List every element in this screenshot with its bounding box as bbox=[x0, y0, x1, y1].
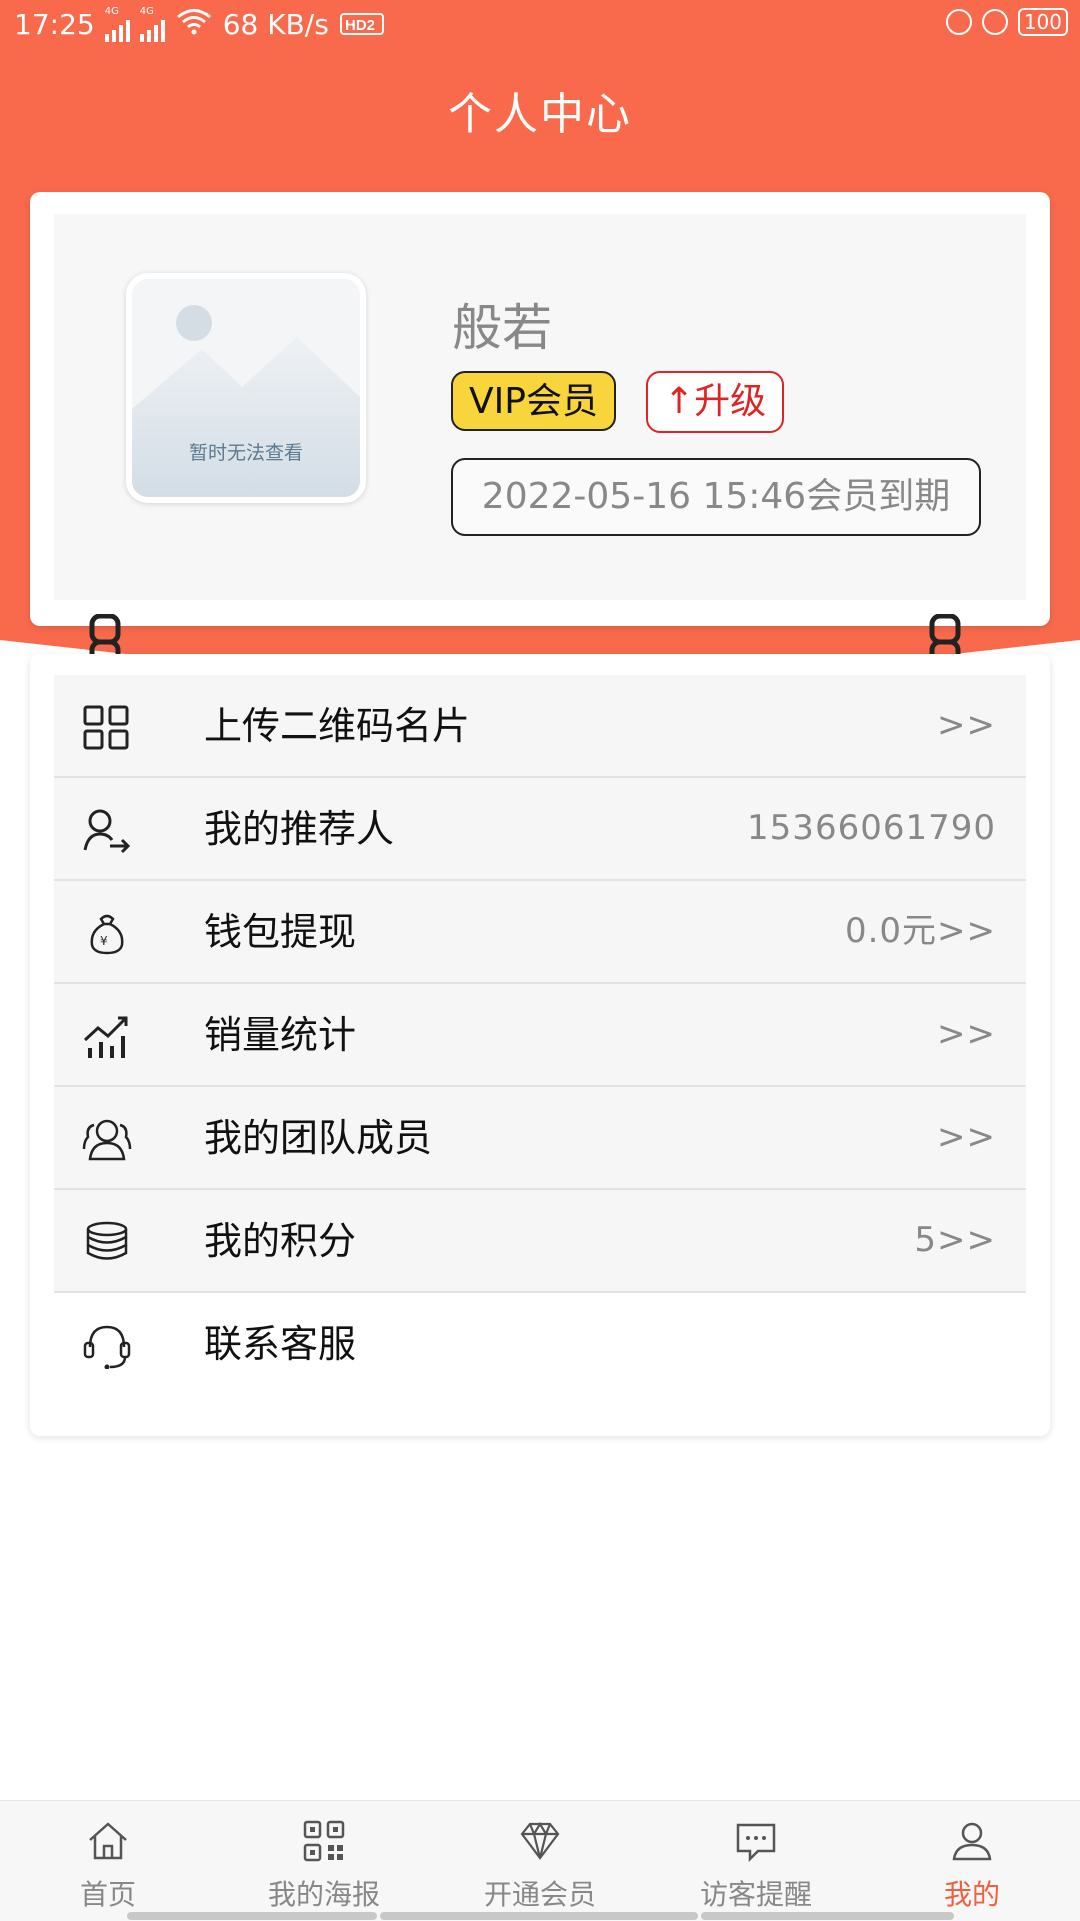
menu-item-points[interactable]: 我的积分 5>> bbox=[54, 1190, 1026, 1293]
sales-chart-icon bbox=[83, 1016, 128, 1058]
avatar[interactable]: 暂时无法查看 bbox=[126, 273, 366, 503]
menu-item-sales[interactable]: 销量统计 >> bbox=[54, 984, 1026, 1087]
menu-item-upload-qr[interactable]: 上传二维码名片 >> bbox=[54, 675, 1026, 778]
nav-me[interactable]: 我的 bbox=[864, 1801, 1080, 1921]
headset-icon bbox=[83, 1325, 131, 1369]
menu-item-label: 我的推荐人 bbox=[204, 807, 395, 851]
user-icon bbox=[952, 1822, 992, 1861]
menu-item-label: 上传二维码名片 bbox=[204, 704, 471, 748]
page-title: 个人中心 bbox=[448, 89, 632, 140]
money-bag-icon: ¥ bbox=[90, 914, 124, 955]
bottom-nav: 首页 我的海报 开通会员 访客提醒 我的 bbox=[0, 1800, 1080, 1921]
svg-text:HD2: HD2 bbox=[345, 17, 375, 34]
menu-item-team[interactable]: 我的团队成员 >> bbox=[54, 1087, 1026, 1190]
nav-label: 访客提醒 bbox=[699, 1878, 812, 1911]
menu-item-label: 我的团队成员 bbox=[204, 1116, 433, 1160]
menu-item-value: >> bbox=[937, 1117, 996, 1157]
status-bar: 17:25 4G 4G 68 KB/s HD2 100 bbox=[0, 0, 1080, 50]
qr-poster-icon bbox=[303, 1820, 345, 1862]
lock-rotation-icon bbox=[945, 9, 972, 35]
menu-item-value: 0.0元>> bbox=[844, 911, 996, 951]
menu-item-wallet[interactable]: ¥ 钱包提现 0.0元>> bbox=[54, 881, 1026, 984]
message-icon bbox=[736, 1823, 776, 1863]
battery-icon: 100 bbox=[1017, 8, 1068, 36]
nav-my-poster[interactable]: 我的海报 bbox=[216, 1801, 432, 1921]
nav-visitor-alerts[interactable]: 访客提醒 bbox=[648, 1801, 864, 1921]
avatar-placeholder-text: 暂时无法查看 bbox=[188, 442, 303, 464]
alarm-icon bbox=[981, 9, 1008, 35]
nav-label: 我的海报 bbox=[267, 1878, 380, 1911]
gesture-bar-segment bbox=[701, 1912, 954, 1920]
home-icon bbox=[89, 1822, 127, 1860]
nav-label: 首页 bbox=[79, 1878, 136, 1911]
hd-icon: HD2 bbox=[339, 6, 387, 43]
menu-card: 上传二维码名片 >> 我的推荐人 15366061790 ¥ 钱包提现 0.0元… bbox=[30, 654, 1050, 1436]
menu-item-value: 15366061790 bbox=[747, 808, 996, 848]
menu-item-value: >> bbox=[937, 1014, 996, 1054]
diamond-icon bbox=[520, 1821, 560, 1860]
nav-label: 开通会员 bbox=[483, 1878, 596, 1911]
status-time: 17:25 bbox=[14, 8, 95, 41]
nav-membership[interactable]: 开通会员 bbox=[432, 1801, 648, 1921]
vip-badge: VIP会员 bbox=[451, 371, 616, 431]
menu-item-label: 钱包提现 bbox=[204, 910, 357, 954]
user-name: 般若 bbox=[452, 299, 552, 357]
coins-icon bbox=[86, 1221, 128, 1260]
wifi-icon bbox=[175, 7, 213, 42]
membership-expiry: 2022-05-16 15:46会员到期 bbox=[451, 458, 981, 536]
svg-text:¥: ¥ bbox=[100, 934, 108, 948]
nav-label: 我的 bbox=[943, 1878, 1000, 1911]
signal-icon: 4G bbox=[104, 6, 130, 42]
nav-home[interactable]: 首页 bbox=[0, 1801, 216, 1921]
referrer-icon bbox=[83, 809, 131, 854]
menu-item-label: 我的积分 bbox=[204, 1219, 357, 1263]
network-speed: 68 KB/s bbox=[222, 8, 329, 41]
menu-item-value: >> bbox=[937, 705, 996, 745]
menu-item-customer-service[interactable]: 联系客服 bbox=[54, 1293, 1026, 1396]
menu-item-referrer[interactable]: 我的推荐人 15366061790 bbox=[54, 778, 1026, 881]
gesture-bar-segment bbox=[127, 1912, 377, 1920]
menu-item-value: 5>> bbox=[914, 1220, 996, 1260]
qr-card-icon bbox=[83, 705, 129, 750]
menu-item-label: 销量统计 bbox=[204, 1013, 357, 1057]
gesture-bar-segment bbox=[380, 1912, 698, 1920]
signal-icon-2: 4G bbox=[139, 6, 165, 42]
upgrade-button[interactable]: ↑升级 bbox=[646, 371, 785, 433]
menu-item-label: 联系客服 bbox=[204, 1322, 357, 1366]
team-icon bbox=[82, 1119, 132, 1161]
